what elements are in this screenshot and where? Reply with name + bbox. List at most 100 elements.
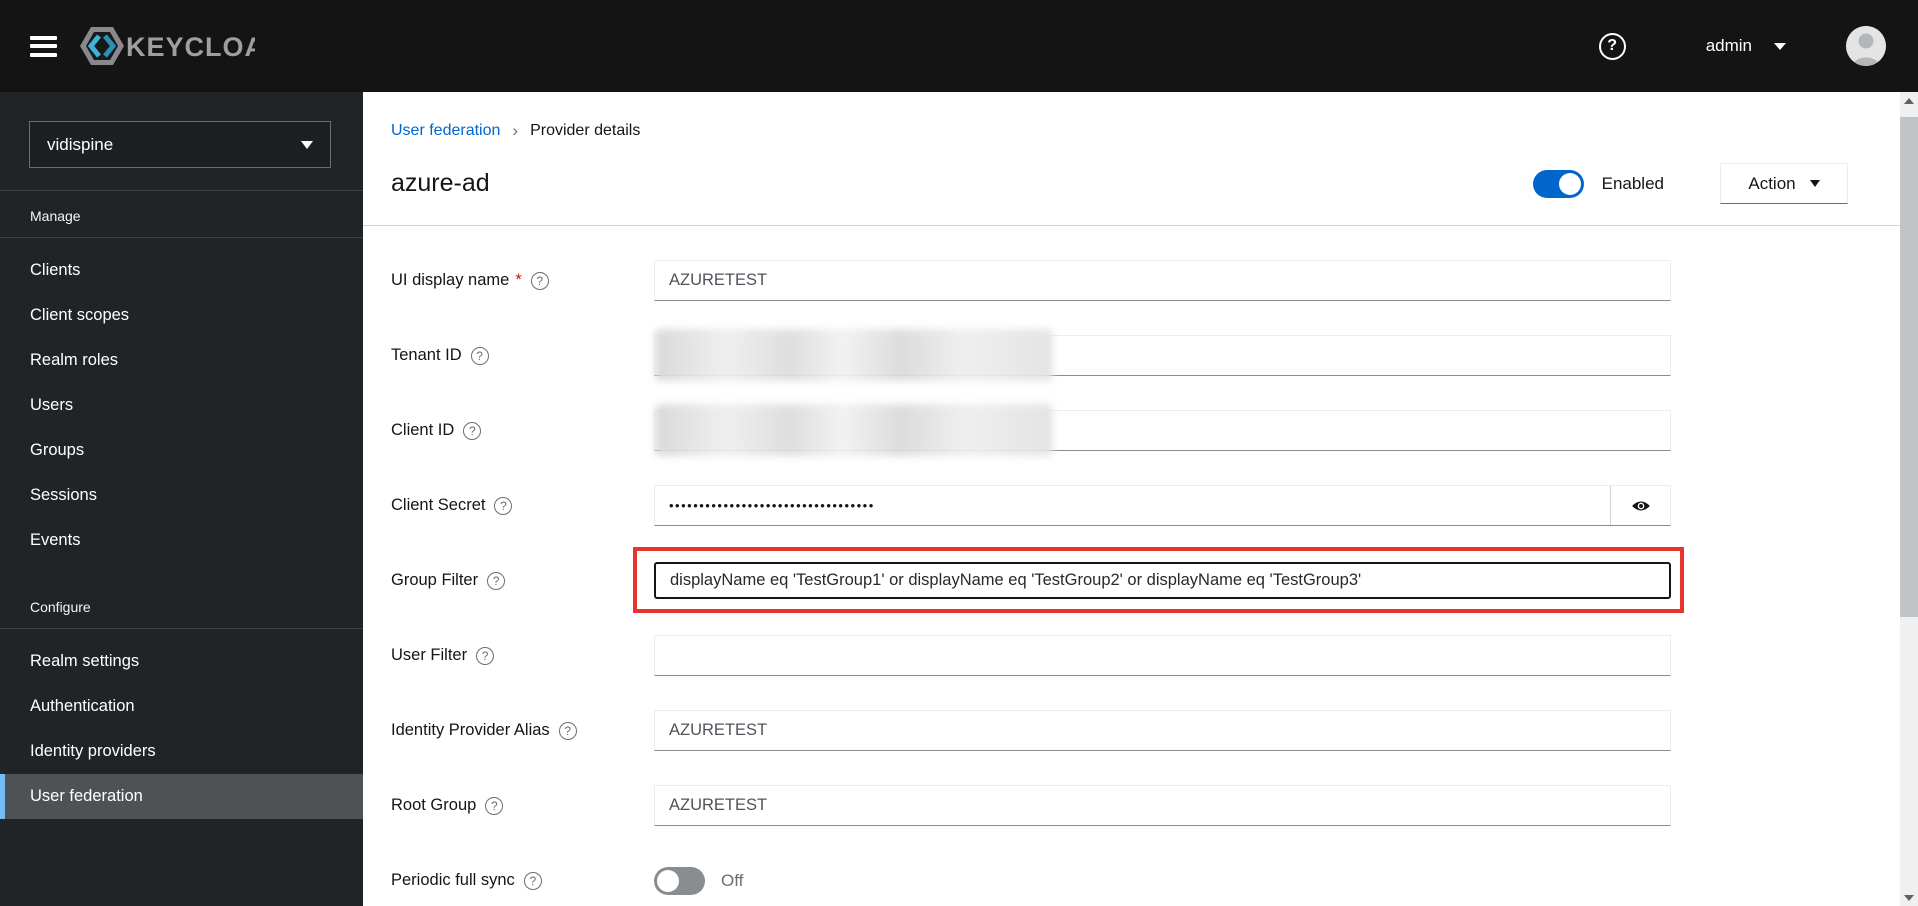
provider-details-form: UI display name*?Tenant ID?Client ID?Cli… bbox=[363, 226, 1900, 901]
sidebar-item-sessions[interactable]: Sessions bbox=[0, 473, 363, 518]
action-caret-icon bbox=[1809, 180, 1820, 187]
help-icon[interactable]: ? bbox=[1598, 32, 1626, 60]
root-group-control bbox=[654, 785, 1671, 826]
client-secret-input[interactable] bbox=[655, 486, 1610, 525]
header-controls: Enabled Action bbox=[1532, 163, 1848, 204]
form-row-client-secret: Client Secret? bbox=[391, 485, 1900, 526]
topbar-right: ? admin bbox=[1598, 26, 1918, 66]
nav-items: Clients Client scopes Realm roles Users Grou… bbox=[0, 238, 363, 563]
ui-display-name-label: UI display name *? bbox=[391, 271, 654, 290]
field-label-text: Client ID bbox=[391, 421, 455, 439]
sidebar-item-realm-roles[interactable]: Realm roles bbox=[0, 338, 363, 383]
brand-text: KEYCLOAK bbox=[126, 32, 255, 62]
breadcrumb-current: Provider details bbox=[530, 122, 641, 139]
sidebar-item-realm-settings[interactable]: Realm settings bbox=[0, 639, 363, 684]
field-label-text: Periodic full sync bbox=[391, 871, 515, 889]
user-menu-label[interactable]: admin bbox=[1706, 36, 1752, 56]
sidebar-item-user-federation[interactable]: User federation bbox=[0, 774, 363, 819]
help-icon[interactable]: ? bbox=[470, 346, 489, 365]
main-content: User federation › Provider details azure… bbox=[363, 92, 1900, 906]
hamburger-menu-icon[interactable] bbox=[30, 35, 57, 57]
sidebar: vidispine Manage Clients Client scopes Real… bbox=[0, 92, 363, 906]
help-icon[interactable]: ? bbox=[476, 646, 495, 665]
nav-group-manage: Manage Clients Client scopes Realm roles Use… bbox=[0, 191, 363, 563]
realm-selector[interactable]: vidispine bbox=[29, 121, 331, 168]
user-filter-input[interactable] bbox=[654, 635, 1671, 676]
identity-provider-alias-control bbox=[654, 710, 1671, 751]
form-row-periodic-full-sync: Periodic full sync? Off bbox=[391, 860, 1900, 901]
form-row-identity-provider-alias: Identity Provider Alias? bbox=[391, 710, 1900, 751]
scrollbar-up-arrow[interactable] bbox=[1900, 92, 1918, 109]
periodic-full-sync-control: Off bbox=[654, 860, 1671, 901]
toggle-knob bbox=[1558, 172, 1581, 195]
group-filter-control bbox=[633, 547, 1684, 613]
form-row-tenant-id: Tenant ID? bbox=[391, 329, 1900, 381]
sidebar-item-events[interactable]: Events bbox=[0, 518, 363, 563]
tenant-id-label: Tenant ID? bbox=[391, 346, 654, 365]
realm-selector-caret-icon bbox=[301, 140, 313, 149]
sidebar-item-identity-providers[interactable]: Identity providers bbox=[0, 729, 363, 774]
periodic-full-sync-label: Periodic full sync? bbox=[391, 871, 654, 890]
help-icon[interactable]: ? bbox=[487, 571, 506, 590]
arrow-up-icon bbox=[1904, 97, 1914, 104]
help-icon[interactable]: ? bbox=[558, 721, 577, 740]
field-label-text: UI display name bbox=[391, 271, 510, 289]
sidebar-nav: Manage Clients Client scopes Realm roles Use… bbox=[0, 190, 363, 819]
keycloak-logo-icon: KEYCLOAK bbox=[80, 27, 255, 65]
group-filter-input[interactable] bbox=[654, 562, 1671, 599]
sidebar-item-users[interactable]: Users bbox=[0, 383, 363, 428]
action-dropdown-button[interactable]: Action bbox=[1720, 163, 1848, 204]
toggle-knob bbox=[657, 869, 679, 892]
form-row-user-filter: User Filter? bbox=[391, 635, 1900, 676]
redacted-value-blur bbox=[655, 329, 1053, 381]
form-row-ui-display-name: UI display name *? bbox=[391, 260, 1900, 301]
breadcrumb-link-user-federation[interactable]: User federation bbox=[391, 122, 500, 140]
field-label-text: Group Filter bbox=[391, 571, 479, 589]
field-label-text: Tenant ID bbox=[391, 346, 462, 364]
ui-display-name-input[interactable] bbox=[654, 260, 1671, 301]
help-icon[interactable]: ? bbox=[530, 271, 549, 290]
ui-display-name-control bbox=[654, 260, 1671, 301]
topbar: KEYCLOAK ? admin bbox=[0, 0, 1918, 92]
help-icon[interactable]: ? bbox=[463, 421, 482, 440]
enabled-toggle[interactable] bbox=[1532, 169, 1584, 198]
periodic-full-sync-toggle[interactable] bbox=[654, 866, 705, 895]
form-row-root-group: Root Group? bbox=[391, 785, 1900, 826]
sidebar-item-authentication[interactable]: Authentication bbox=[0, 684, 363, 729]
scrollbar-thumb[interactable] bbox=[1900, 117, 1918, 617]
root-group-input[interactable] bbox=[654, 785, 1671, 826]
field-label-text: Identity Provider Alias bbox=[391, 721, 550, 739]
field-label-text: Client Secret bbox=[391, 496, 486, 514]
enabled-label: Enabled bbox=[1601, 173, 1664, 193]
identity-provider-alias-label: Identity Provider Alias? bbox=[391, 721, 654, 740]
user-menu-caret-icon[interactable] bbox=[1774, 42, 1786, 50]
identity-provider-alias-input[interactable] bbox=[654, 710, 1671, 751]
group-filter-label: Group Filter? bbox=[391, 571, 654, 590]
keycloak-admin-console: KEYCLOAK ? admin vidispine bbox=[0, 0, 1918, 906]
nav-group-configure: Configure Realm settings Authentication Ide… bbox=[0, 599, 363, 819]
page-header: azure-ad Enabled Action bbox=[363, 141, 1900, 204]
arrow-down-icon bbox=[1904, 894, 1914, 901]
client-id-label: Client ID? bbox=[391, 421, 654, 440]
vertical-scrollbar bbox=[1900, 92, 1918, 906]
root-group-label: Root Group? bbox=[391, 796, 654, 815]
show-secret-button[interactable] bbox=[1610, 486, 1670, 525]
help-icon[interactable]: ? bbox=[523, 871, 542, 890]
client-secret-input-group bbox=[654, 485, 1671, 526]
user-filter-control bbox=[654, 635, 1671, 676]
scrollbar-down-arrow[interactable] bbox=[1900, 889, 1918, 906]
help-icon[interactable]: ? bbox=[494, 496, 513, 515]
breadcrumb: User federation › Provider details bbox=[363, 92, 1900, 141]
form-row-group-filter: Group Filter? bbox=[391, 547, 1900, 613]
client-secret-label: Client Secret? bbox=[391, 496, 654, 515]
sidebar-item-clients[interactable]: Clients bbox=[0, 248, 363, 293]
periodic-full-sync-state-label: Off bbox=[721, 870, 744, 890]
keycloak-logo: KEYCLOAK bbox=[79, 25, 255, 67]
nav-group-title: Manage bbox=[0, 191, 363, 238]
tenant-id-control bbox=[654, 329, 1671, 381]
help-icon[interactable]: ? bbox=[485, 796, 504, 815]
sidebar-item-client-scopes[interactable]: Client scopes bbox=[0, 293, 363, 338]
sidebar-item-groups[interactable]: Groups bbox=[0, 428, 363, 473]
avatar[interactable] bbox=[1846, 26, 1886, 66]
client-secret-control bbox=[654, 485, 1671, 526]
